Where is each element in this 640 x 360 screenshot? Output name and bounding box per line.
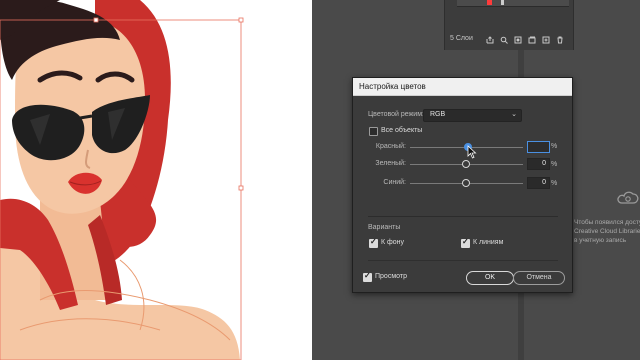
- creative-cloud-icon: [617, 191, 639, 204]
- adjust-colors-dialog: Настройка цветов Цветовой режим: RGB ⌄ В…: [352, 77, 573, 293]
- green-value-input[interactable]: 0: [527, 158, 550, 170]
- ok-button[interactable]: OK: [466, 271, 514, 285]
- hint-line: в учетную запись: [574, 237, 627, 244]
- layer-target-icon[interactable]: [501, 0, 504, 5]
- red-label: Красный:: [375, 143, 406, 150]
- dialog-title: Настройка цветов: [359, 82, 426, 91]
- blue-percent: %: [551, 180, 558, 187]
- chevron-down-icon: ⌄: [511, 111, 517, 118]
- search-icon[interactable]: [500, 36, 508, 44]
- green-percent: %: [551, 161, 558, 168]
- all-objects-label: Все объекты: [381, 127, 423, 134]
- divider: [368, 260, 558, 261]
- layers-panel: 5 Слои: [444, 0, 574, 50]
- red-value-input[interactable]: [527, 141, 550, 153]
- blue-label: Синий:: [383, 179, 406, 186]
- color-mode-label: Цветовой режим:: [368, 111, 424, 118]
- green-value: 0: [542, 160, 546, 167]
- variants-label: Варианты: [368, 224, 401, 231]
- woman-with-scarf-illustration: [0, 0, 244, 360]
- trash-icon[interactable]: [556, 36, 564, 44]
- fill-label: К фону: [381, 239, 405, 246]
- stroke-label: К линиям: [473, 239, 504, 246]
- layer-color-swatch: [487, 0, 492, 5]
- new-layer-icon[interactable]: [542, 36, 550, 44]
- preview-checkbox[interactable]: [363, 271, 372, 282]
- fill-checkbox[interactable]: [369, 237, 378, 248]
- layer-row[interactable]: [457, 0, 569, 7]
- blue-value-input[interactable]: 0: [527, 177, 550, 189]
- divider: [368, 216, 558, 217]
- hint-line: Чтобы появился досту: [574, 219, 640, 226]
- stroke-checkbox[interactable]: [461, 237, 470, 248]
- hint-line: Creative Cloud Libraries,: [574, 228, 640, 235]
- libraries-hint-text: Чтобы появился досту Creative Cloud Libr…: [574, 218, 640, 245]
- color-mode-value: RGB: [430, 111, 446, 118]
- new-sublayer-icon[interactable]: [528, 36, 536, 44]
- blue-value: 0: [542, 179, 546, 186]
- all-objects-checkbox[interactable]: [369, 127, 378, 136]
- clipping-mask-icon[interactable]: [514, 36, 522, 44]
- preview-label: Просмотр: [375, 273, 407, 280]
- blue-slider-thumb[interactable]: [462, 179, 470, 187]
- dialog-title-bar[interactable]: Настройка цветов: [353, 78, 572, 96]
- red-percent: %: [551, 143, 558, 150]
- cancel-button[interactable]: Отмена: [513, 271, 565, 285]
- artboard[interactable]: [0, 0, 312, 360]
- color-mode-select[interactable]: RGB ⌄: [423, 109, 522, 122]
- green-label: Зеленый:: [375, 160, 406, 167]
- layers-count-label: 5 Слои: [450, 35, 473, 42]
- mouse-cursor-icon: [467, 145, 477, 159]
- export-icon[interactable]: [486, 36, 494, 44]
- green-slider-thumb[interactable]: [462, 160, 470, 168]
